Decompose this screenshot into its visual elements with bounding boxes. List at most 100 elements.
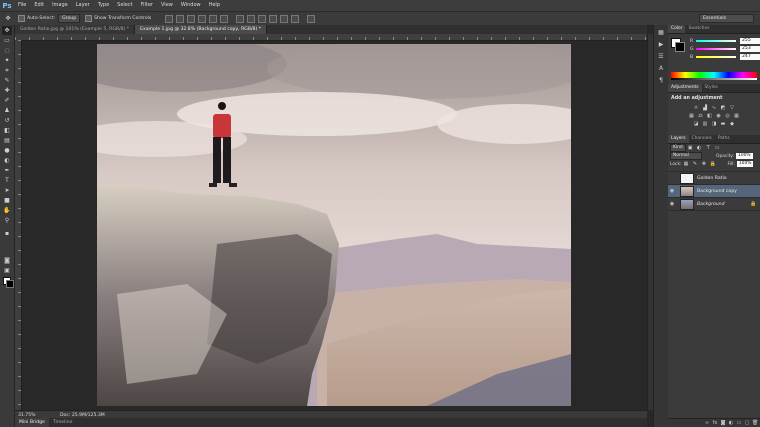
- align-vcenter-icon[interactable]: [176, 14, 185, 23]
- shape-icon[interactable]: ■: [2, 196, 12, 205]
- channel-mixer-icon[interactable]: ◎: [724, 113, 731, 119]
- pen-icon[interactable]: ✒: [2, 166, 12, 175]
- hue-saturation-icon[interactable]: ▦: [688, 113, 695, 119]
- blue-slider[interactable]: [696, 56, 736, 58]
- show-transform-checkbox[interactable]: [85, 15, 93, 22]
- menu-image[interactable]: Image: [48, 0, 72, 11]
- tab-color[interactable]: Color: [668, 25, 686, 33]
- new-group-icon[interactable]: ▭: [736, 420, 742, 426]
- distribute-vcenter-icon[interactable]: [247, 14, 256, 23]
- history-brush-icon[interactable]: ↺: [2, 116, 12, 125]
- path-selection-icon[interactable]: ➤: [2, 186, 12, 195]
- trash-icon[interactable]: 🗑: [752, 420, 758, 426]
- distribute-left-icon[interactable]: [269, 14, 278, 23]
- layer-kind-filter[interactable]: Kind: [670, 144, 686, 152]
- lock-all-icon[interactable]: 🔒: [710, 161, 717, 167]
- threshold-icon[interactable]: ◨: [711, 121, 718, 127]
- green-value[interactable]: 253: [740, 46, 760, 52]
- levels-icon[interactable]: ▟: [702, 105, 709, 111]
- layer-style-icon[interactable]: fx: [712, 420, 718, 426]
- filter-pixel-icon[interactable]: ▣: [687, 145, 694, 151]
- brightness-contrast-icon[interactable]: ☼: [693, 105, 700, 111]
- menu-view[interactable]: View: [157, 0, 177, 11]
- fill-input[interactable]: 100%: [736, 161, 754, 167]
- distribute-right-icon[interactable]: [291, 14, 300, 23]
- auto-align-icon[interactable]: [307, 14, 316, 23]
- red-slider[interactable]: [696, 40, 736, 42]
- lasso-icon[interactable]: ◌: [2, 46, 12, 55]
- selective-color-icon[interactable]: ◆: [729, 121, 736, 127]
- crop-icon[interactable]: ⌗: [2, 66, 12, 75]
- doc-tab-golden-ratio[interactable]: Golden Ratio.jpg @ 101% (Example 5, RGB/…: [15, 25, 136, 34]
- brush-icon[interactable]: ✐: [2, 96, 12, 105]
- menu-select[interactable]: Select: [113, 0, 136, 11]
- vibrance-icon[interactable]: ▽: [729, 105, 736, 111]
- eyedropper-icon[interactable]: ✎: [2, 76, 12, 85]
- layer-row[interactable]: ◉ Background 🔒: [668, 198, 760, 211]
- paragraph-panel-icon[interactable]: ¶: [656, 76, 666, 85]
- zoom-level[interactable]: 31.75%: [15, 413, 40, 418]
- distribute-hcenter-icon[interactable]: [280, 14, 289, 23]
- distribute-top-icon[interactable]: [236, 14, 245, 23]
- character-panel-icon[interactable]: A: [656, 64, 666, 73]
- menu-type[interactable]: Type: [94, 0, 113, 11]
- document-image[interactable]: [97, 44, 571, 406]
- menu-layer[interactable]: Layer: [72, 0, 94, 11]
- quick-mask-icon[interactable]: ◙: [2, 256, 12, 265]
- lock-transparency-icon[interactable]: ▦: [683, 161, 690, 167]
- auto-select-checkbox[interactable]: [18, 15, 25, 22]
- align-right-icon[interactable]: [220, 14, 229, 23]
- distribute-bottom-icon[interactable]: [258, 14, 267, 23]
- default-colors-icon[interactable]: ▪: [2, 229, 12, 238]
- tab-paths[interactable]: Paths: [715, 135, 733, 143]
- eye-icon[interactable]: ◉: [668, 201, 676, 207]
- color-lookup-icon[interactable]: ▦: [733, 113, 740, 119]
- grayscale-ramp[interactable]: [671, 78, 757, 80]
- menu-filter[interactable]: Filter: [137, 0, 157, 11]
- black-white-icon[interactable]: ◧: [706, 113, 713, 119]
- marquee-icon[interactable]: ▭: [2, 36, 12, 45]
- tab-styles[interactable]: Styles: [702, 84, 721, 92]
- layer-row[interactable]: ◉ Background copy: [668, 185, 760, 198]
- posterize-icon[interactable]: ▥: [702, 121, 709, 127]
- dodge-icon[interactable]: ◐: [2, 156, 12, 165]
- eye-icon[interactable]: ◉: [668, 188, 676, 194]
- red-value[interactable]: 255: [740, 38, 760, 44]
- align-hcenter-icon[interactable]: [209, 14, 218, 23]
- background-color-swatch[interactable]: [6, 280, 14, 288]
- move-icon[interactable]: ✥: [2, 26, 12, 35]
- filter-adjustment-icon[interactable]: ◐: [696, 145, 703, 151]
- new-adjustment-icon[interactable]: ◐: [728, 420, 734, 426]
- tab-channels[interactable]: Channels: [689, 135, 715, 143]
- link-layers-icon[interactable]: ∞: [704, 420, 710, 426]
- menu-help[interactable]: Help: [205, 0, 224, 11]
- opacity-input[interactable]: 100%: [736, 153, 753, 159]
- exposure-icon[interactable]: ◩: [720, 105, 727, 111]
- eraser-icon[interactable]: ◧: [2, 126, 12, 135]
- hand-icon[interactable]: ✋: [2, 206, 12, 215]
- align-top-icon[interactable]: [165, 14, 174, 23]
- lock-pixels-icon[interactable]: ✎: [692, 161, 699, 167]
- filter-type-icon[interactable]: T: [705, 145, 712, 151]
- curves-icon[interactable]: ∿: [711, 105, 718, 111]
- menu-window[interactable]: Window: [177, 0, 205, 11]
- gradient-map-icon[interactable]: ▬: [720, 121, 727, 127]
- filter-shape-icon[interactable]: ▭: [714, 145, 721, 151]
- new-layer-icon[interactable]: ▢: [744, 420, 750, 426]
- layer-row[interactable]: Golden Ratio: [668, 172, 760, 185]
- healing-brush-icon[interactable]: ✚: [2, 86, 12, 95]
- blend-mode-dropdown[interactable]: Normal: [670, 152, 702, 160]
- invert-icon[interactable]: ◪: [693, 121, 700, 127]
- tab-swatches[interactable]: Swatches: [685, 25, 712, 33]
- tab-mini-bridge[interactable]: Mini Bridge: [15, 418, 49, 427]
- actions-panel-icon[interactable]: ▶: [656, 40, 666, 49]
- color-balance-icon[interactable]: ⚖: [697, 113, 704, 119]
- tab-adjustments[interactable]: Adjustments: [668, 84, 702, 92]
- blue-value[interactable]: 247: [740, 54, 760, 60]
- menu-file[interactable]: File: [14, 0, 30, 11]
- bg-color-chip[interactable]: [675, 42, 685, 52]
- tab-layers[interactable]: Layers: [668, 135, 689, 143]
- workspace-dropdown[interactable]: Essentials: [699, 14, 754, 23]
- gradient-icon[interactable]: ▤: [2, 136, 12, 145]
- type-icon[interactable]: T: [2, 176, 12, 185]
